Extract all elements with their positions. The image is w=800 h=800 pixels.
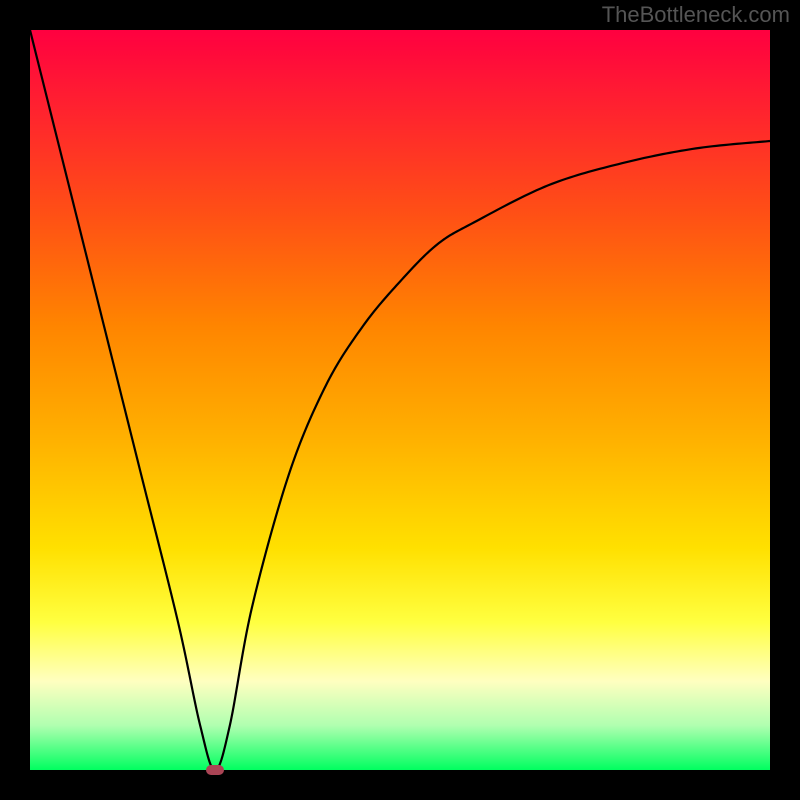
- chart-frame: TheBottleneck.com: [0, 0, 800, 800]
- bottleneck-curve-line: [30, 30, 770, 770]
- watermark-text: TheBottleneck.com: [602, 2, 790, 28]
- plot-area: [30, 30, 770, 770]
- curve-svg: [30, 30, 770, 770]
- minimum-marker: [206, 765, 224, 775]
